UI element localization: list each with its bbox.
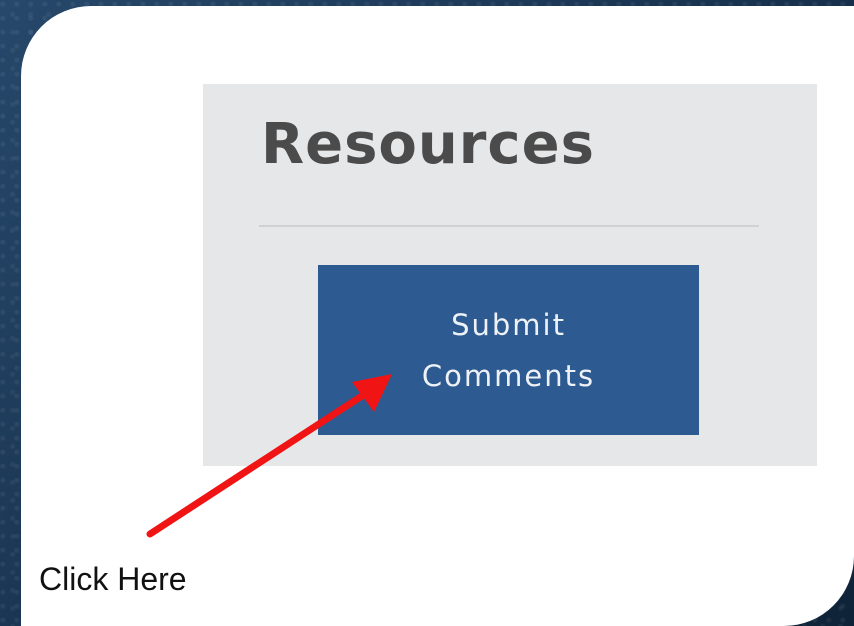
resources-panel: Resources Submit Comments — [203, 84, 817, 466]
resources-title: Resources — [261, 112, 595, 177]
slide-card: Resources Submit Comments Click Here — [21, 6, 854, 626]
submit-comments-button[interactable]: Submit Comments — [318, 265, 699, 435]
submit-comments-button-line-2: Comments — [421, 359, 596, 393]
submit-comments-button-line-1: Submit — [451, 308, 566, 342]
panel-divider — [259, 225, 759, 227]
click-here-label: Click Here — [39, 561, 187, 597]
